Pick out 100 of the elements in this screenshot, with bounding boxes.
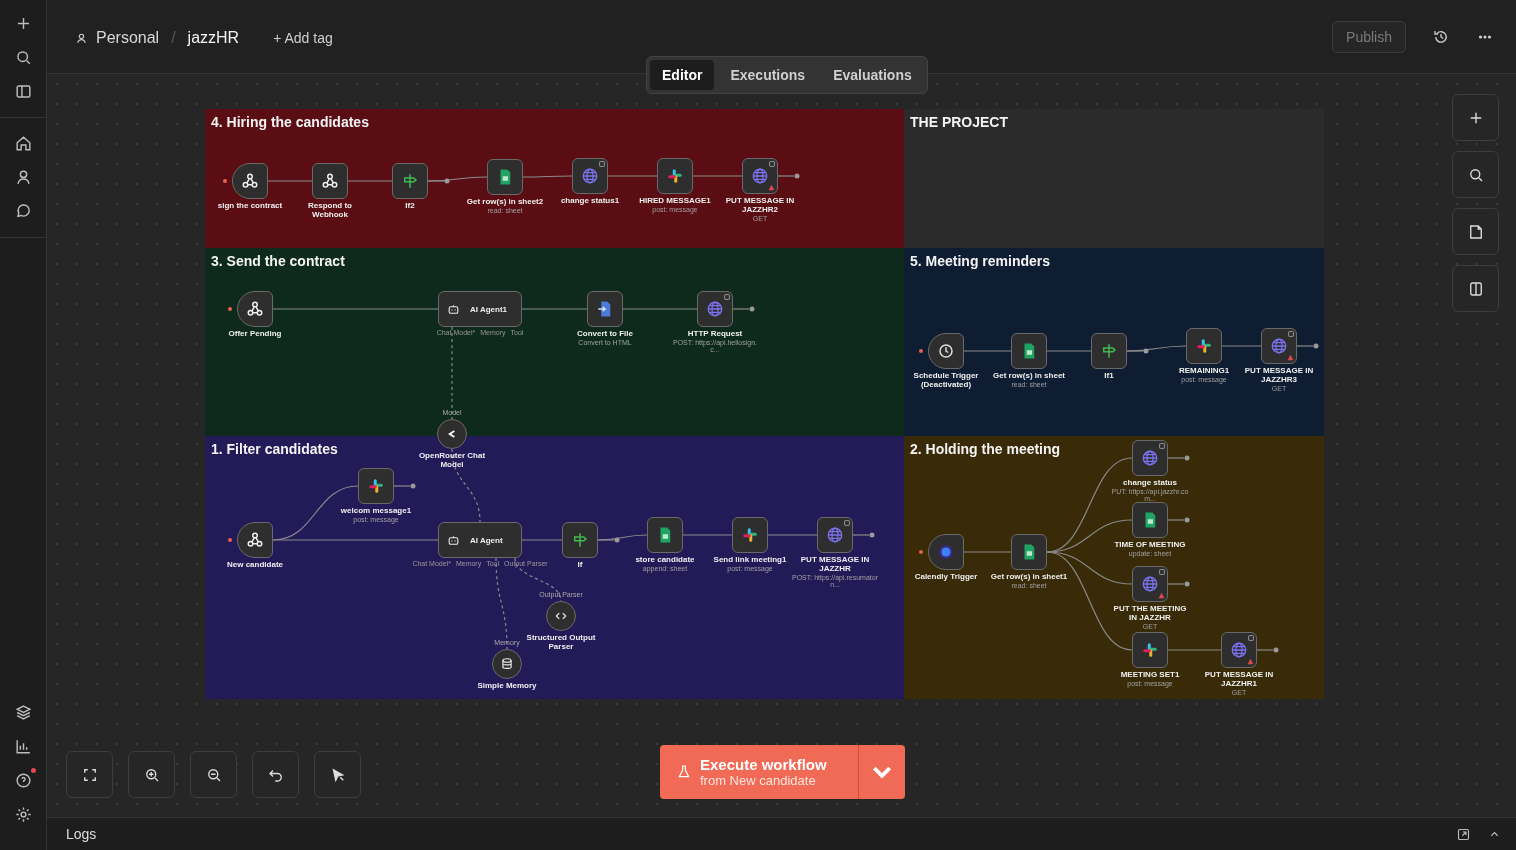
output-handle[interactable] (1126, 348, 1149, 354)
workflow-node[interactable] (1011, 333, 1047, 369)
warning-icon (1287, 354, 1294, 361)
workflow-node[interactable] (487, 159, 523, 195)
connection-line (1046, 350, 1092, 352)
logs-label[interactable]: Logs (66, 826, 97, 842)
history-icon[interactable] (1432, 28, 1450, 46)
sticky-note-button[interactable] (1452, 208, 1499, 255)
node-label: change status1 (560, 197, 620, 206)
workflow-node[interactable] (358, 468, 394, 504)
chart-icon[interactable] (13, 737, 33, 756)
sticky-note-title: 1. Filter candidates (211, 441, 338, 457)
node-label: If2 (405, 202, 415, 211)
undo-button[interactable] (252, 751, 299, 798)
workflow-node[interactable] (312, 163, 348, 199)
trigger-icon (228, 538, 232, 542)
globe-icon (1141, 449, 1159, 467)
workflow-node[interactable] (237, 291, 273, 327)
node-label: store candidate (635, 556, 695, 565)
workflow-node[interactable] (817, 517, 853, 553)
output-handle[interactable] (393, 483, 416, 489)
workflow-node[interactable] (1132, 502, 1168, 538)
workflow-node[interactable] (928, 333, 964, 369)
workflow-node[interactable] (1261, 328, 1297, 364)
popout-icon[interactable] (1456, 826, 1471, 842)
node-label: HTTP Request (687, 330, 743, 339)
output-handle[interactable] (597, 537, 620, 543)
connection-line (347, 180, 393, 182)
output-handle[interactable] (427, 178, 450, 184)
output-handle[interactable] (1296, 343, 1319, 349)
home-icon[interactable] (13, 134, 33, 153)
node-label: Calendly Trigger (914, 573, 978, 582)
output-handle[interactable] (732, 306, 755, 312)
workflow-node[interactable]: AI Agent (438, 522, 522, 558)
node-label: PUT MESSAGE IN JAZZHR3 (1243, 367, 1315, 385)
user-icon (75, 31, 88, 45)
output-handle[interactable] (1167, 581, 1190, 587)
workflow-node[interactable] (237, 522, 273, 558)
help-icon[interactable] (13, 771, 33, 790)
robot-icon (447, 302, 460, 316)
view-tab[interactable]: Evaluations (821, 60, 924, 90)
settings-icon[interactable] (13, 805, 33, 824)
workflow-node[interactable] (1011, 534, 1047, 570)
node-label: PUT MESSAGE IN JAZZHR2 (724, 197, 796, 215)
connection-line (767, 534, 818, 536)
search-button[interactable] (1452, 151, 1499, 198)
workflow-node[interactable] (1091, 333, 1127, 369)
add-node-button[interactable] (1452, 94, 1499, 141)
node-label: MEETING SET1 (1120, 671, 1180, 680)
workflow-name[interactable]: jazzHR (187, 29, 240, 47)
view-tab[interactable]: Editor (650, 60, 715, 90)
view-tab[interactable]: Executions (718, 60, 818, 90)
output-handle[interactable] (1167, 517, 1190, 523)
workflow-node[interactable] (928, 534, 964, 570)
zoom-in-button[interactable] (128, 751, 175, 798)
output-handle[interactable] (1256, 647, 1279, 653)
sticky-note-title: 2. Holding the meeting (910, 441, 1061, 457)
workflow-node[interactable] (1132, 566, 1168, 602)
node-label: New candidate (227, 561, 283, 570)
warning-icon (768, 184, 775, 191)
workflow-node[interactable] (657, 158, 693, 194)
trigger-icon (228, 307, 232, 311)
project-link[interactable]: Personal (96, 29, 160, 47)
workflow-node[interactable] (732, 517, 768, 553)
workflow-node[interactable] (1221, 632, 1257, 668)
connection-line (521, 308, 588, 310)
note-icon (844, 520, 850, 526)
workflow-node[interactable]: AI Agent1 (438, 291, 522, 327)
output-handle[interactable] (777, 173, 800, 179)
workflow-node[interactable] (742, 158, 778, 194)
workflow-node[interactable] (1132, 632, 1168, 668)
add-tag-link[interactable]: + Add tag (273, 30, 333, 46)
connection-line (267, 180, 313, 182)
panel-button[interactable] (1452, 265, 1499, 312)
output-handle[interactable] (852, 532, 875, 538)
globe-icon (581, 167, 599, 185)
node-label: sign the contract (217, 202, 283, 211)
tidy-up-button[interactable] (314, 751, 361, 798)
note-icon (1248, 635, 1254, 641)
workflow-node[interactable] (1132, 440, 1168, 476)
fit-view-button[interactable] (66, 751, 113, 798)
workflow-node[interactable] (647, 517, 683, 553)
workflow-node[interactable] (392, 163, 428, 199)
panel-icon[interactable] (13, 82, 33, 101)
workflow-node[interactable] (587, 291, 623, 327)
workflow-node[interactable] (1186, 328, 1222, 364)
zoom-out-button[interactable] (190, 751, 237, 798)
workflow-node[interactable] (572, 158, 608, 194)
workflow-node[interactable] (562, 522, 598, 558)
output-handle[interactable] (1167, 455, 1190, 461)
sticky-note-title: 3. Send the contract (211, 253, 345, 269)
node-label: Schedule Trigger (Deactivated) (912, 372, 980, 390)
connection-line (521, 539, 563, 541)
workflow-node[interactable] (697, 291, 733, 327)
workflow-node[interactable] (232, 163, 268, 199)
webhook-icon (241, 172, 259, 190)
signpost-icon (1100, 342, 1118, 360)
connection-line (607, 175, 658, 177)
layers-icon[interactable] (13, 703, 33, 722)
connection-line (1167, 649, 1222, 651)
